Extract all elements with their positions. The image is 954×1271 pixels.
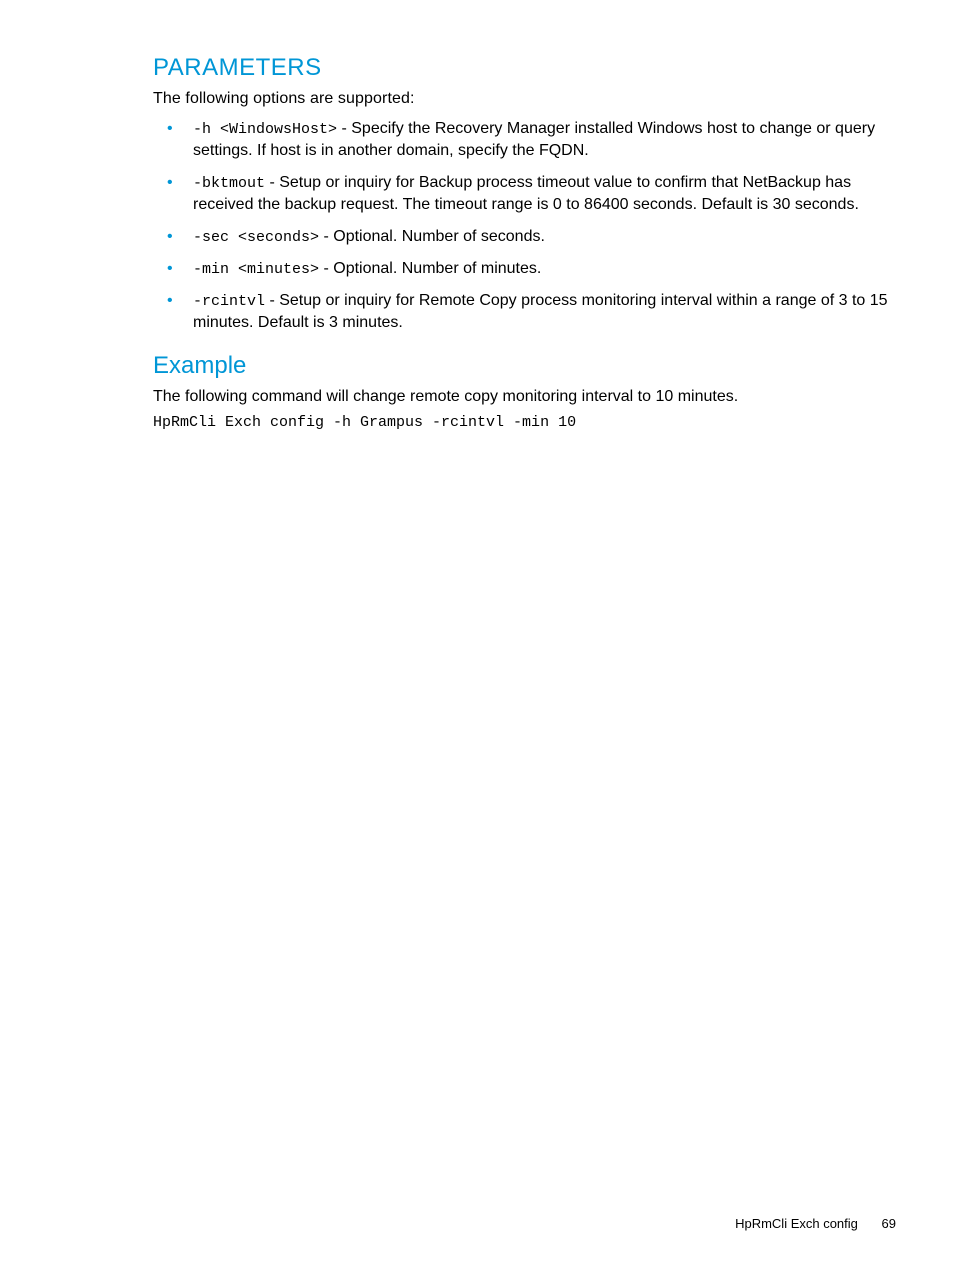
param-code: -h <WindowsHost> bbox=[193, 121, 337, 138]
param-code: -bktmout bbox=[193, 175, 265, 192]
parameters-list: -h <WindowsHost> - Specify the Recovery … bbox=[153, 118, 901, 334]
list-item: -h <WindowsHost> - Specify the Recovery … bbox=[153, 118, 901, 162]
list-item: -sec <seconds> - Optional. Number of sec… bbox=[153, 226, 901, 248]
list-item: -min <minutes> - Optional. Number of min… bbox=[153, 258, 901, 280]
heading-example: Example bbox=[153, 352, 901, 380]
param-code: -min <minutes> bbox=[193, 261, 319, 278]
example-text: The following command will change remote… bbox=[153, 388, 901, 406]
parameters-intro: The following options are supported: bbox=[153, 90, 901, 108]
param-text: - Setup or inquiry for Remote Copy proce… bbox=[193, 292, 888, 331]
param-code: -rcintvl bbox=[193, 293, 265, 310]
param-text: - Optional. Number of seconds. bbox=[319, 228, 545, 245]
footer-page-number: 69 bbox=[882, 1216, 896, 1231]
footer-title: HpRmCli Exch config bbox=[735, 1216, 858, 1231]
param-text: - Optional. Number of minutes. bbox=[319, 260, 541, 277]
list-item: -bktmout - Setup or inquiry for Backup p… bbox=[153, 172, 901, 216]
heading-parameters: PARAMETERS bbox=[153, 54, 901, 82]
example-code: HpRmCli Exch config -h Grampus -rcintvl … bbox=[153, 414, 901, 431]
param-text: - Setup or inquiry for Backup process ti… bbox=[193, 174, 859, 213]
param-code: -sec <seconds> bbox=[193, 229, 319, 246]
page-footer: HpRmCli Exch config 69 bbox=[735, 1216, 896, 1231]
list-item: -rcintvl - Setup or inquiry for Remote C… bbox=[153, 290, 901, 334]
